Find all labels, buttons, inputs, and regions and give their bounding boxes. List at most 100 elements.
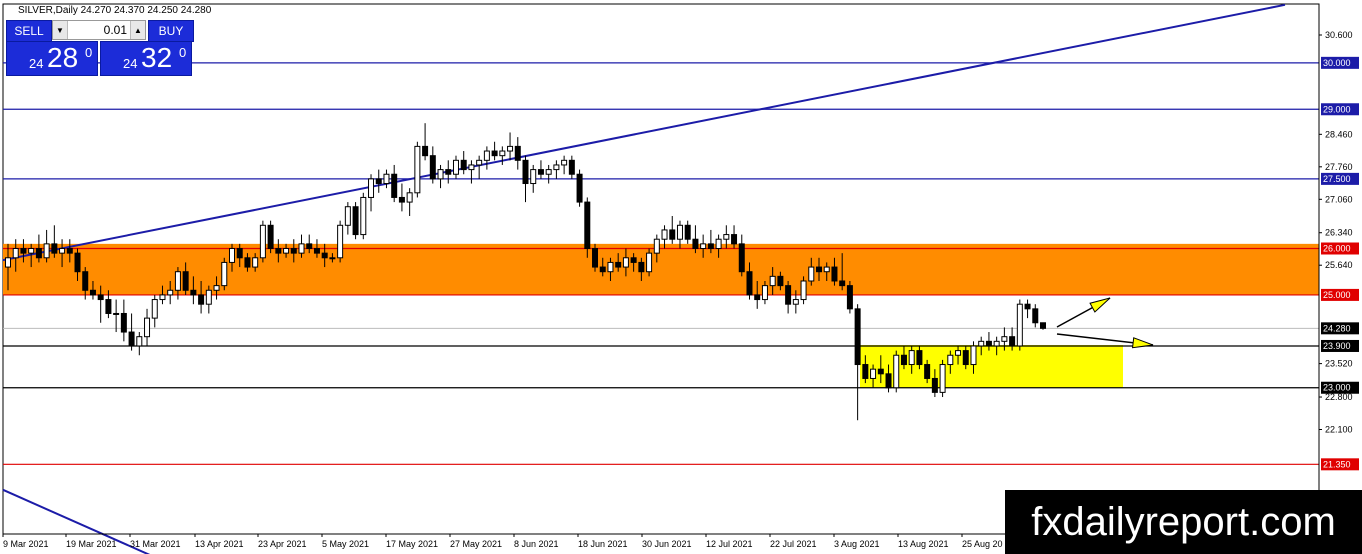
candle-body — [1009, 336, 1016, 347]
candle-body — [522, 159, 529, 185]
support-zone — [860, 345, 1123, 388]
candle-body — [120, 312, 127, 333]
candle-body — [754, 294, 761, 301]
candle-body — [792, 299, 799, 305]
buy-button[interactable]: BUY — [148, 20, 194, 42]
lot-size-field: ▼ ▲ — [52, 20, 146, 40]
candle-body — [978, 340, 985, 347]
candle-body — [144, 317, 151, 338]
candle-body — [661, 229, 668, 240]
time-tick-label: 25 Aug 20 — [962, 539, 1003, 549]
candle-body — [429, 155, 436, 180]
candle-body — [213, 285, 220, 291]
candle-body — [499, 150, 506, 157]
candle-body — [607, 261, 614, 273]
candle-body — [321, 252, 328, 259]
candle-body — [839, 280, 846, 287]
lot-decrease-icon[interactable]: ▼ — [53, 21, 68, 39]
candle-body — [592, 248, 599, 268]
time-tick-label: 9 Mar 2021 — [3, 539, 49, 549]
sell-price-main: 28 — [47, 42, 79, 73]
candle-body — [228, 248, 235, 263]
candle-body — [344, 206, 351, 226]
candle-body — [329, 257, 336, 260]
candle-body — [731, 234, 738, 245]
lot-size-input[interactable] — [69, 22, 127, 37]
candle-body — [391, 173, 398, 198]
candle-body — [576, 173, 583, 203]
price-tick-label: 26.340 — [1325, 228, 1353, 238]
time-tick-label: 8 Jun 2021 — [514, 539, 559, 549]
time-tick-label: 19 Mar 2021 — [66, 539, 117, 549]
level-label: 29.000 — [1323, 104, 1351, 114]
candle-body — [823, 266, 830, 273]
candle-body — [221, 261, 228, 287]
candle-body — [846, 285, 853, 310]
chart-title: SILVER,Daily 24.270 24.370 24.250 24.280 — [18, 5, 212, 16]
candle-body — [12, 248, 19, 259]
candle-body — [306, 243, 313, 249]
time-tick-label: 5 May 2021 — [322, 539, 369, 549]
sell-price-button[interactable]: 24 28 0 — [6, 41, 98, 76]
candle-body — [877, 368, 884, 375]
candle-body — [653, 238, 660, 254]
candle-body — [723, 234, 730, 240]
candle-body — [476, 159, 483, 166]
lot-increase-icon[interactable]: ▲ — [130, 21, 145, 39]
candle-body — [924, 364, 931, 379]
price-tick-label: 22.100 — [1325, 425, 1353, 435]
candle-body — [252, 257, 259, 268]
candle-body — [236, 248, 243, 259]
candle-body — [684, 224, 691, 240]
candle-body — [785, 285, 792, 305]
candle-body — [136, 336, 143, 347]
candle-body — [885, 373, 892, 389]
candle-body — [445, 169, 452, 175]
candle-body — [514, 145, 521, 161]
candle-body — [955, 350, 962, 356]
candle-body — [59, 248, 66, 254]
candle-body — [406, 192, 413, 203]
candle-body — [615, 261, 622, 268]
candle-body — [414, 145, 421, 194]
candle-body — [244, 257, 251, 268]
level-label: 23.900 — [1323, 341, 1351, 351]
price-tick-label: 28.460 — [1325, 129, 1353, 139]
candle-body — [383, 173, 390, 185]
level-label: 24.280 — [1323, 323, 1351, 333]
candle-body — [669, 229, 676, 240]
candle-body — [862, 364, 869, 379]
one-click-trading-panel: SELL ▼ ▲ BUY 24 28 0 24 32 0 — [6, 20, 194, 76]
candle-body — [35, 248, 42, 259]
candle-body — [313, 248, 320, 254]
candle-body — [700, 243, 707, 249]
candle-body — [105, 299, 112, 314]
candle-body — [561, 159, 568, 166]
candle-body — [198, 294, 205, 305]
candle-body — [947, 354, 954, 366]
candle-body — [970, 345, 977, 366]
candle-body — [507, 145, 514, 152]
candle-body — [398, 196, 405, 203]
level-label: 26.000 — [1323, 244, 1351, 254]
candle-body — [360, 196, 367, 236]
sell-button[interactable]: SELL — [6, 20, 52, 42]
candle-body — [900, 354, 907, 366]
candle-body — [931, 377, 938, 393]
candle-body — [738, 243, 745, 273]
candle-body — [646, 252, 653, 273]
buy-price-prefix: 24 — [123, 56, 138, 71]
candle-body — [352, 206, 359, 236]
candle-body — [1024, 303, 1031, 310]
candle-body — [692, 238, 699, 250]
sell-price-sup: 0 — [85, 45, 93, 60]
buy-price-button[interactable]: 24 32 0 — [100, 41, 192, 76]
chart-canvas: 30.000 29.000 27.500 26.000 25.000 24.280 23.9… — [2, 3, 1359, 554]
candle-body — [259, 224, 266, 259]
price-tick-label: 27.760 — [1325, 162, 1353, 172]
candle-body — [275, 248, 282, 254]
candle-body — [182, 271, 189, 291]
candle-body — [43, 243, 50, 259]
candle-body — [97, 294, 104, 301]
time-tick-label: 23 Apr 2021 — [258, 539, 307, 549]
